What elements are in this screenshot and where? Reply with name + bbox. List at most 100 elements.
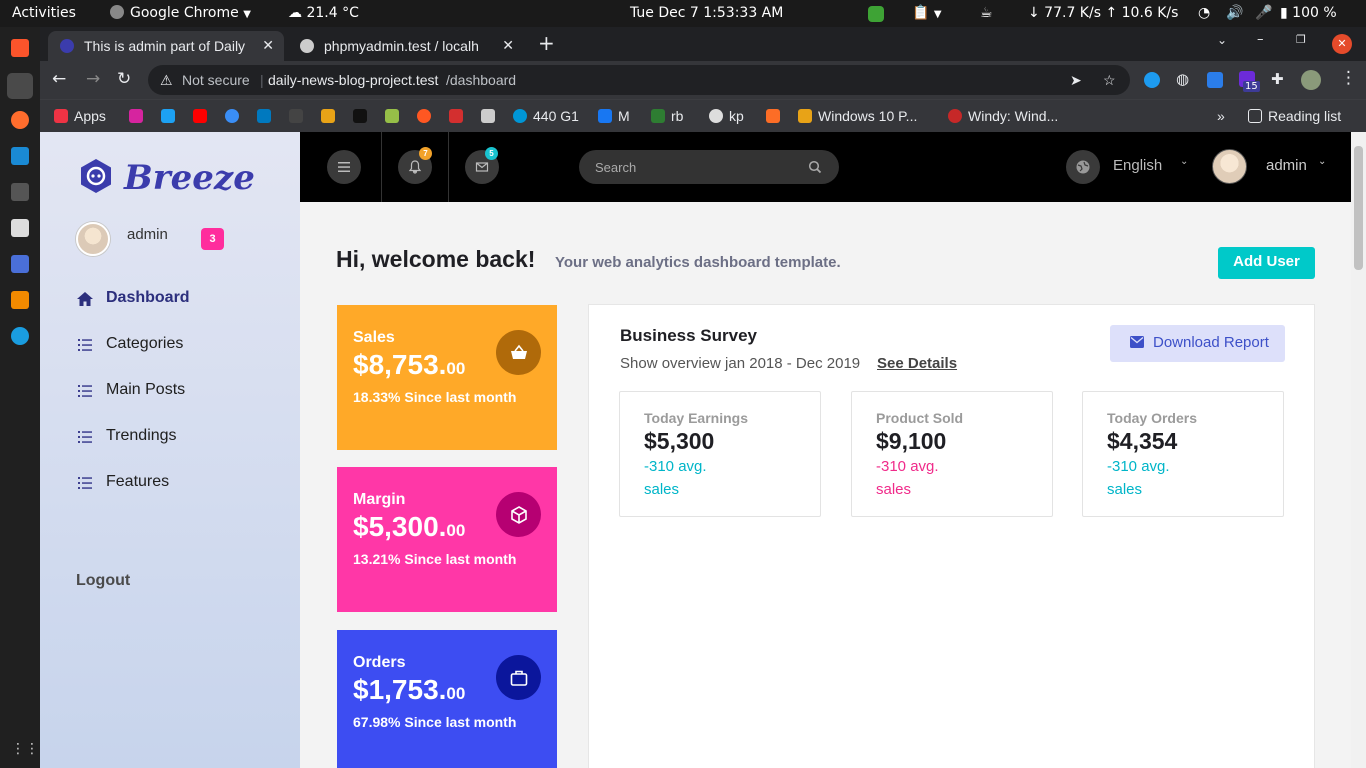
reload-icon[interactable]: ↻	[117, 69, 131, 89]
bookmark-youtube[interactable]	[193, 108, 213, 124]
coffee-icon[interactable]: ☕	[980, 5, 993, 21]
reading-list-button[interactable]: Reading list	[1248, 108, 1341, 124]
terminal-icon[interactable]	[11, 183, 29, 201]
see-details-link[interactable]: See Details	[877, 355, 957, 372]
status-check-icon[interactable]	[868, 6, 884, 22]
bookmark-windy[interactable]: Windy: Wind...	[948, 108, 1058, 124]
download-report-button[interactable]: Download Report	[1110, 325, 1285, 362]
bookmark-instagram[interactable]	[129, 108, 149, 124]
tab-search-icon[interactable]: ⌄	[1217, 33, 1227, 47]
avatar[interactable]	[76, 222, 110, 256]
address-bar[interactable]: ⚠ Not secure | daily-news-blog-project.t…	[148, 65, 1130, 95]
bookmark-rb[interactable]: rb	[651, 108, 683, 124]
bell-count-badge: 7	[419, 147, 432, 160]
star-icon[interactable]: ☆	[1103, 72, 1116, 89]
bookmark-tool[interactable]	[289, 108, 309, 124]
fi-extension-icon[interactable]	[1207, 72, 1223, 88]
sidebar-user-name[interactable]: admin	[127, 226, 168, 243]
close-window-button[interactable]: ✕	[1332, 34, 1352, 54]
sidebar-item-trendings[interactable]: Trendings	[76, 426, 276, 450]
sales-card[interactable]: Sales $8,753.00 18.33% Since last month	[337, 305, 557, 450]
search-input[interactable]: Search	[579, 150, 839, 184]
margin-card[interactable]: Margin $5,300.00 13.21% Since last month	[337, 467, 557, 612]
bookmark-gc[interactable]	[353, 108, 373, 124]
bookmark-440g1[interactable]: 440 G1	[513, 108, 579, 124]
metric-today-earnings: Today Earnings $5,300 -310 avg. sales	[619, 391, 821, 517]
chrome-app-menu[interactable]: Google Chrome ▼	[110, 5, 251, 21]
bookmark-orange[interactable]	[417, 108, 437, 124]
bookmark-windows[interactable]: Windows 10 P...	[798, 108, 917, 124]
vlc-icon[interactable]	[11, 291, 29, 309]
skype-icon[interactable]	[11, 327, 29, 345]
tab-admin[interactable]: This is admin part of Daily ✕	[48, 31, 284, 61]
menu-icon[interactable]: ⋮	[1340, 68, 1357, 88]
card-title: Margin	[353, 491, 406, 508]
close-icon[interactable]: ✕	[262, 37, 274, 54]
clock[interactable]: Tue Dec 7 1:53:33 AM	[630, 5, 783, 21]
bookmark-m[interactable]	[449, 108, 469, 124]
vscode-icon[interactable]	[11, 147, 29, 165]
postman-icon[interactable]	[11, 111, 29, 129]
bookmark-twitter[interactable]	[161, 108, 181, 124]
twitter-icon	[161, 109, 175, 123]
instagram-icon	[129, 109, 143, 123]
weather-indicator[interactable]: ☁ 21.4 °C	[288, 5, 359, 21]
bookmark-shopify[interactable]	[385, 108, 405, 124]
clipboard-icon[interactable]: 📋 ▼	[912, 5, 942, 21]
maximize-button[interactable]: ❐	[1296, 33, 1306, 46]
profile-avatar[interactable]	[1301, 70, 1321, 90]
puzzle-icon[interactable]: ✚	[1271, 70, 1284, 88]
globe-button	[1066, 150, 1100, 184]
bookmark-avatar[interactable]	[481, 108, 501, 124]
tab-phpmyadmin[interactable]: phpmyadmin.test / localh ✕	[288, 31, 524, 61]
new-tab-button[interactable]: +	[538, 31, 555, 55]
globe-extension-icon[interactable]: ◍	[1176, 70, 1189, 88]
wifi-icon[interactable]: ◔	[1198, 5, 1210, 21]
search-icon[interactable]	[808, 160, 822, 174]
bookmark-player[interactable]	[225, 108, 245, 124]
warning-icon[interactable]: ⚠	[160, 72, 173, 89]
chrome-icon	[110, 5, 124, 19]
trello-icon	[257, 109, 271, 123]
not-secure-label: Not secure	[182, 72, 250, 88]
calendar-icon[interactable]	[11, 255, 29, 273]
bookmark-gitlab[interactable]	[766, 108, 786, 124]
bookmark-g[interactable]	[321, 108, 341, 124]
add-user-button[interactable]: Add User	[1218, 247, 1315, 279]
menu-toggle-button[interactable]	[327, 150, 361, 184]
apps-grid-icon	[54, 109, 68, 123]
forward-icon[interactable]: →	[86, 69, 100, 89]
bookmark-apps[interactable]: Apps	[54, 108, 106, 124]
back-icon[interactable]: ←	[52, 69, 66, 89]
page-title: Hi, welcome back!	[336, 246, 536, 272]
activities-button[interactable]: Activities	[12, 5, 76, 21]
sidebar-item-categories[interactable]: Categories	[76, 334, 276, 358]
top-navbar: 7 5 Search English ⌄ admin ⌄	[300, 132, 1351, 202]
scrollbar-thumb[interactable]	[1354, 146, 1363, 270]
page-subtitle: Your web analytics dashboard template.	[555, 254, 841, 271]
more-bookmarks-icon[interactable]: »	[1217, 108, 1225, 124]
orders-card[interactable]: Orders $1,753.00 67.98% Since last month	[337, 630, 557, 768]
extension-icon[interactable]	[1144, 72, 1160, 88]
brand-name[interactable]: Breeze	[124, 158, 255, 198]
chrome-dock-icon[interactable]	[7, 73, 33, 99]
send-icon[interactable]: ➤	[1070, 72, 1082, 89]
close-icon[interactable]: ✕	[502, 37, 514, 54]
bookmark-m2[interactable]: M	[598, 108, 630, 124]
logout-link[interactable]: Logout	[76, 572, 130, 590]
sidebar-item-dashboard[interactable]: Dashboard	[76, 288, 276, 312]
page-scrollbar[interactable]	[1351, 132, 1366, 768]
volume-icon[interactable]: 🔊	[1226, 5, 1243, 21]
sidebar-item-features[interactable]: Features	[76, 472, 276, 496]
brave-icon[interactable]	[11, 39, 29, 57]
minimize-button[interactable]: –	[1257, 32, 1264, 47]
show-apps-icon[interactable]: ⋮⋮	[11, 741, 39, 759]
hp-icon	[513, 109, 527, 123]
files-icon[interactable]	[11, 219, 29, 237]
microphone-icon[interactable]: 🎤	[1255, 5, 1272, 21]
bookmark-kp[interactable]: kp	[709, 108, 744, 124]
bookmark-trello[interactable]	[257, 108, 277, 124]
orange-icon	[417, 109, 431, 123]
battery-indicator[interactable]: ▮ 100 %	[1280, 5, 1337, 21]
sidebar-item-main-posts[interactable]: Main Posts	[76, 380, 276, 404]
